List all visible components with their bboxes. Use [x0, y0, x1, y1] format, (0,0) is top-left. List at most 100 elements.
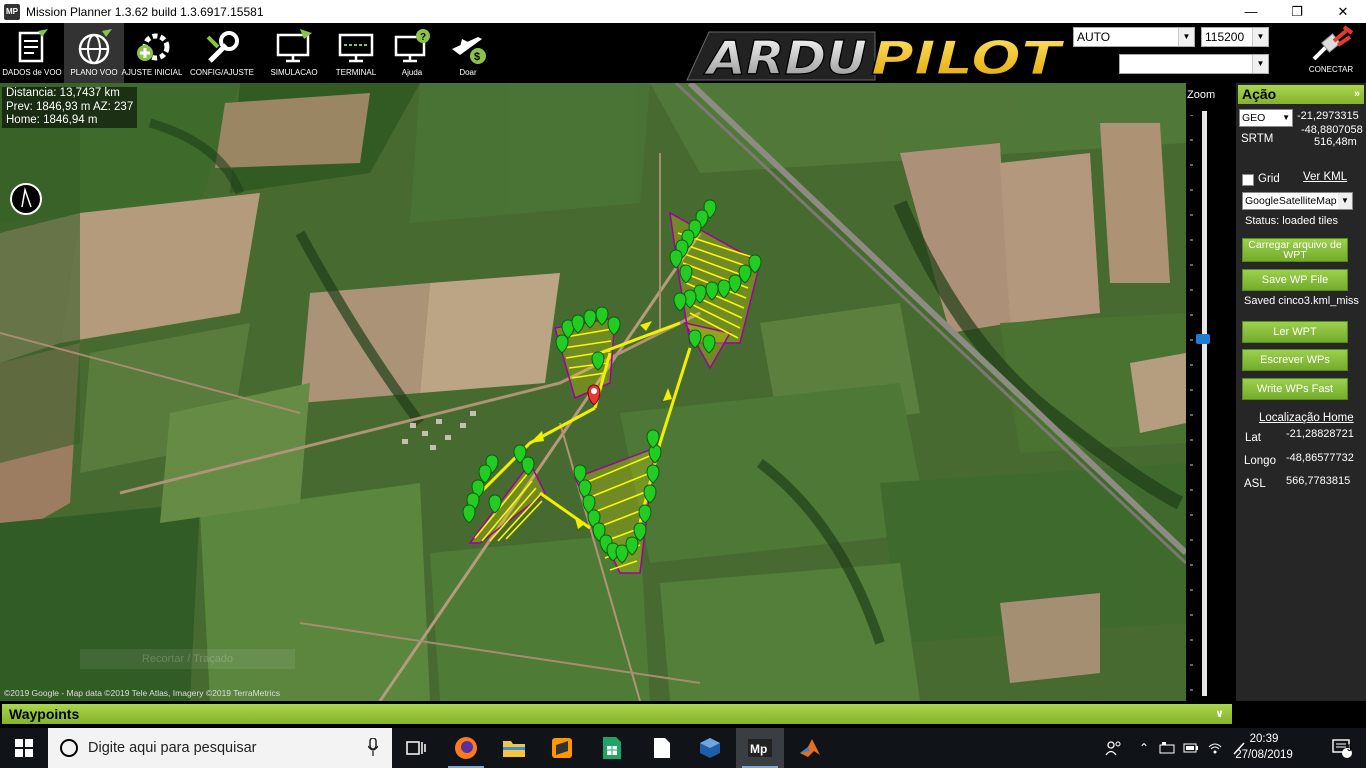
baud-rate-select[interactable]: 115200 ▼	[1201, 27, 1269, 47]
view-kml-link[interactable]: Ver KML	[1303, 171, 1347, 183]
map-provider-select[interactable]: GoogleSatelliteMap ▼	[1242, 192, 1353, 210]
panel-header[interactable]: Ação »	[1238, 85, 1364, 104]
title-bar: MP Mission Planner 1.3.62 build 1.3.6917…	[0, 0, 1366, 23]
home-location-link[interactable]: Localização Home	[1259, 412, 1354, 424]
home-lat-label: Lat	[1245, 432, 1261, 444]
sheets-taskbar-button[interactable]	[588, 728, 636, 768]
close-button[interactable]: ✕	[1320, 0, 1366, 23]
mission-planner-taskbar-button[interactable]: Mp	[736, 728, 784, 768]
firefox-taskbar-button[interactable]	[442, 728, 490, 768]
start-button[interactable]	[0, 728, 48, 768]
home-lat-field[interactable]: -21,28828721	[1286, 428, 1354, 440]
write-wps-button[interactable]: Escrever WPs	[1242, 349, 1348, 371]
connect-button[interactable]: CONECTAR	[1300, 25, 1362, 81]
restore-button[interactable]: ❐	[1274, 0, 1320, 23]
chevron-down-icon: ▼	[1178, 28, 1194, 46]
grid-checkbox[interactable]	[1242, 174, 1254, 186]
taskbar-clock[interactable]: 20:39 27/08/2019	[1232, 731, 1296, 765]
map-view[interactable]: Distancia: 13,7437 km Prev: 1846,93 m AZ…	[0, 83, 1186, 701]
home-lng-field[interactable]: -48,86577732	[1286, 452, 1354, 464]
coord-mode-select[interactable]: GEO ▼	[1239, 109, 1293, 127]
window-title: Mission Planner 1.3.62 build 1.3.6917.15…	[26, 4, 264, 19]
main-toolbar: DADOS de VOO PLANO VOO AJUSTE INICIAL CO…	[0, 23, 1366, 83]
config-tuning-icon	[206, 31, 239, 63]
flight-mode-select[interactable]: AUTO ▼	[1073, 27, 1195, 47]
wifi-icon[interactable]	[1207, 741, 1223, 755]
initial-setup-icon	[137, 33, 170, 61]
windows-taskbar: Digite aqui para pesquisar Mp ⌃ 20:39 27…	[0, 728, 1366, 768]
home-asl-field[interactable]: 566,7783815	[1286, 475, 1350, 487]
firefox-icon	[455, 737, 477, 759]
map-watermark: Recortar / Traçado	[80, 649, 295, 669]
flight-plan-globe-icon	[78, 29, 112, 65]
svg-text:?: ?	[420, 32, 426, 43]
taskbar-search-box[interactable]: Digite aqui para pesquisar	[48, 728, 392, 768]
notifications-button[interactable]: 5	[1318, 728, 1366, 768]
notification-count: 5	[1347, 743, 1353, 753]
windows-logo-icon	[15, 739, 33, 757]
virtualbox-taskbar-button[interactable]	[686, 728, 734, 768]
grid-label: Grid	[1258, 173, 1280, 185]
sublime-taskbar-button[interactable]	[538, 728, 586, 768]
chevron-down-icon: ▼	[1282, 113, 1290, 122]
com-port-select[interactable]: ▼	[1119, 54, 1269, 74]
matlab-taskbar-button[interactable]	[786, 728, 834, 768]
donate-button[interactable]: $ Doar	[438, 23, 498, 83]
flight-data-button[interactable]: DADOS de VOO	[2, 23, 62, 83]
notepad-icon	[654, 738, 670, 758]
minimize-button[interactable]: —	[1228, 0, 1274, 23]
notepad-taskbar-button[interactable]	[638, 728, 686, 768]
chevron-down-icon: ▼	[1252, 55, 1268, 73]
action-panel: Ação » GEO ▼ -21,2973315 -48,8807058 SRT…	[1236, 83, 1366, 701]
task-view-button[interactable]	[392, 728, 440, 768]
mission-planner-icon: Mp	[748, 739, 772, 757]
task-view-icon	[406, 741, 426, 755]
initial-setup-button[interactable]: AJUSTE INICIAL	[122, 23, 182, 83]
svg-text:Mp: Mp	[750, 742, 767, 756]
svg-text:PILOT: PILOT	[871, 31, 1066, 82]
terminal-button[interactable]: TERMINAL	[326, 23, 386, 83]
donate-icon: $	[452, 37, 486, 64]
cursor-lng: -48,8807058	[1301, 124, 1363, 136]
svg-text:ARDU: ARDU	[704, 31, 867, 82]
map-distance-info: Distancia: 13,7437 km Prev: 1846,93 m AZ…	[2, 87, 138, 128]
waypoints-panel: Waypoints ∨	[0, 701, 1236, 728]
compass-icon[interactable]	[10, 183, 42, 215]
config-tuning-button[interactable]: CONFIG/AJUSTE	[190, 23, 254, 83]
flight-data-icon	[18, 29, 48, 63]
satellite-imagery	[0, 83, 1186, 701]
file-explorer-taskbar-button[interactable]	[490, 728, 538, 768]
write-wps-fast-button[interactable]: Write WPs Fast	[1242, 378, 1348, 400]
load-wpt-button[interactable]: Carregar arquivo de WPT	[1242, 238, 1348, 262]
saved-file-status: Saved cinco3.kml_miss	[1244, 295, 1359, 307]
sheets-icon	[603, 737, 621, 759]
zoom-control: Zoom	[1186, 83, 1236, 701]
network-icon[interactable]	[1159, 741, 1175, 755]
chevron-up-icon[interactable]: ⌃	[1139, 741, 1149, 755]
microphone-icon[interactable]	[368, 738, 378, 756]
help-button[interactable]: ? Ajuda	[382, 23, 442, 83]
app-icon: MP	[4, 3, 20, 20]
battery-icon[interactable]	[1183, 741, 1199, 755]
flight-plan-button[interactable]: PLANO VOO	[64, 23, 124, 83]
cursor-lat: -21,2973315	[1297, 110, 1359, 122]
system-tray: ⌃	[1105, 728, 1247, 768]
waypoints-header[interactable]: Waypoints ∨	[2, 704, 1232, 724]
virtualbox-icon	[700, 738, 720, 758]
matlab-icon	[800, 739, 820, 757]
sublime-icon	[552, 738, 572, 758]
read-wpt-button[interactable]: Ler WPT	[1242, 321, 1348, 343]
simulation-button[interactable]: SIMULACAO	[264, 23, 324, 83]
expand-chevron-icon[interactable]: ∨	[1215, 704, 1224, 725]
ardupilot-logo: ARDU PILOT	[686, 30, 1066, 82]
plug-icon	[1312, 25, 1354, 61]
people-icon[interactable]	[1105, 740, 1123, 756]
zoom-slider-track[interactable]	[1202, 111, 1207, 696]
save-wp-file-button[interactable]: Save WP File	[1242, 269, 1348, 291]
collapse-chevron-icon[interactable]: »	[1354, 85, 1360, 104]
terminal-icon	[338, 33, 374, 63]
chevron-down-icon: ▼	[1338, 193, 1352, 209]
srtm-label: SRTM	[1241, 133, 1274, 145]
zoom-slider-thumb[interactable]	[1196, 334, 1210, 345]
zoom-ticks	[1190, 115, 1193, 691]
